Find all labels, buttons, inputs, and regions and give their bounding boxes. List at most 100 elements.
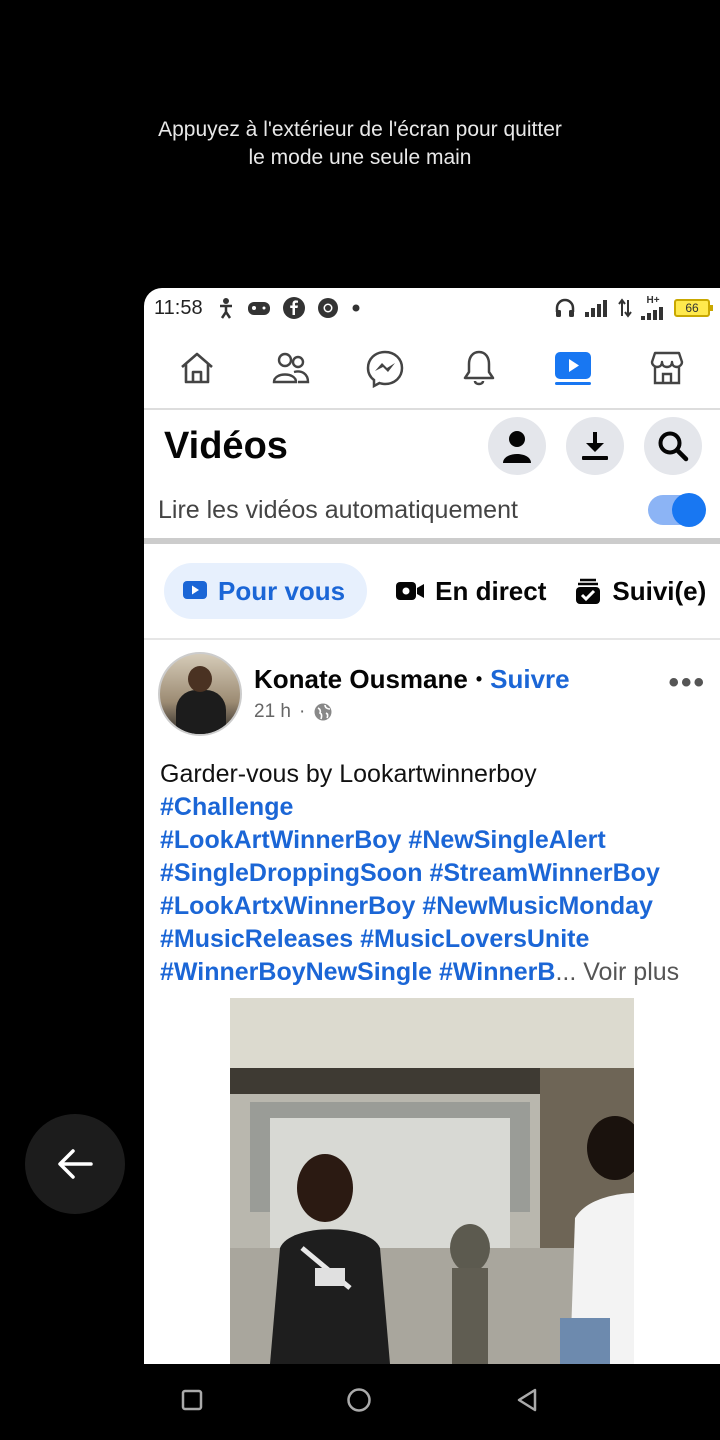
hashtag-link[interactable]: #Challenge xyxy=(160,793,293,821)
tab-label: En direct xyxy=(435,575,547,606)
post-header: Konate Ousmane • Suivre 21 h · ••• xyxy=(144,640,720,740)
author-name[interactable]: Konate Ousmane xyxy=(254,664,468,695)
toggle-knob xyxy=(672,493,706,527)
chrome-icon xyxy=(317,297,339,319)
signal-icon xyxy=(584,298,610,318)
square-icon xyxy=(182,1389,203,1410)
hashtag-link[interactable]: #WinnerB xyxy=(439,958,555,986)
triangle-back-icon xyxy=(517,1388,536,1411)
status-notification-icons xyxy=(217,297,361,319)
post-time[interactable]: 21 h xyxy=(254,701,291,723)
one-hand-mode-hint: Appuyez à l'extérieur de l'écran pour qu… xyxy=(0,116,720,172)
download-button[interactable] xyxy=(566,417,624,475)
home-button[interactable] xyxy=(346,1387,372,1418)
hashtag-line: #SingleDroppingSoon #StreamWinnerBoy xyxy=(160,857,704,890)
nav-home[interactable] xyxy=(167,338,227,398)
back-arrow-icon xyxy=(58,1149,93,1179)
data-transfer-icon xyxy=(618,298,632,318)
system-navigation-bar xyxy=(0,1364,720,1440)
separator-dot: • xyxy=(475,669,483,689)
hashtag-link[interactable]: #NewMusicMonday xyxy=(422,892,653,920)
autoplay-label: Lire les vidéos automatiquement xyxy=(158,495,518,524)
hashtag-link[interactable]: #LookArtWinnerBoy xyxy=(160,826,401,854)
hashtag-link[interactable]: #WinnerBoyNewSingle xyxy=(160,958,432,986)
hashtag-link[interactable]: #MusicReleases xyxy=(160,925,353,953)
hashtag-link[interactable]: #StreamWinnerBoy xyxy=(429,859,659,887)
nav-video[interactable] xyxy=(543,338,603,398)
follow-button[interactable]: Suivre xyxy=(490,664,570,695)
separator-dot: · xyxy=(298,701,306,722)
exit-one-hand-button[interactable] xyxy=(25,1114,125,1214)
caption-text: Garder-vous by Lookartwinnerboy xyxy=(160,760,537,788)
download-icon xyxy=(582,432,608,460)
messenger-icon xyxy=(366,350,404,388)
phone-screen: 11:58 H+ 66 Vidéos Lire les vidéos autom… xyxy=(144,288,720,1364)
nav-messenger[interactable] xyxy=(355,338,415,398)
more-options-button[interactable]: ••• xyxy=(668,666,706,700)
avatar[interactable] xyxy=(158,652,242,736)
home-icon xyxy=(181,352,213,384)
nav-notifications[interactable] xyxy=(449,338,509,398)
hashtag-line: #LookArtWinnerBoy #NewSingleAlert xyxy=(160,824,704,857)
game-controller-icon xyxy=(247,299,271,317)
search-icon xyxy=(658,431,689,462)
accessibility-icon xyxy=(217,297,235,319)
hashtag-line: #Challenge xyxy=(160,791,704,824)
video-icon xyxy=(555,352,591,385)
video-tabs: Pour vous En direct Suivi(e) xyxy=(144,544,720,640)
header-actions xyxy=(488,417,702,475)
hashtag-link[interactable]: #LookArtxWinnerBoy xyxy=(160,892,415,920)
play-icon xyxy=(183,581,207,599)
hashtag-link[interactable]: #SingleDroppingSoon xyxy=(160,859,423,887)
avatar-figure-body xyxy=(176,690,226,734)
hashtag-line: #WinnerBoyNewSingle #WinnerB... Voir plu… xyxy=(160,956,704,989)
hashtag-link[interactable]: #MusicLoversUnite xyxy=(360,925,589,953)
hashtag-line: #MusicReleases #MusicLoversUnite xyxy=(160,923,704,956)
following-icon xyxy=(576,578,601,604)
circle-icon xyxy=(347,1387,371,1412)
status-system-icons: H+ 66 xyxy=(554,296,713,320)
status-time: 11:58 xyxy=(154,296,203,319)
post-caption: Garder-vous by Lookartwinnerboy #Challen… xyxy=(144,740,720,989)
more-notifications-dot-icon xyxy=(351,303,361,313)
notifications-icon xyxy=(463,350,495,386)
hashtag-link[interactable]: #NewSingleAlert xyxy=(408,826,605,854)
hint-line-2: le mode une seule main xyxy=(248,146,472,169)
post-time-line: 21 h · xyxy=(254,701,570,723)
network-type-label: H+ xyxy=(646,295,660,306)
post-meta: Konate Ousmane • Suivre 21 h · xyxy=(254,664,570,723)
headphones-icon xyxy=(554,298,576,318)
hint-line-1: Appuyez à l'extérieur de l'écran pour qu… xyxy=(158,118,562,141)
autoplay-setting: Lire les vidéos automatiquement xyxy=(144,482,720,538)
globe-icon xyxy=(314,703,332,721)
video-thumbnail[interactable] xyxy=(230,998,634,1364)
profile-button[interactable] xyxy=(488,417,546,475)
tab-suivi[interactable]: Suivi(e) xyxy=(574,576,706,607)
search-button[interactable] xyxy=(644,417,702,475)
tab-pour-vous[interactable]: Pour vous xyxy=(164,563,368,619)
profile-icon xyxy=(503,431,531,463)
recent-apps-button[interactable] xyxy=(181,1389,203,1416)
nav-friends[interactable] xyxy=(261,338,321,398)
nav-marketplace[interactable] xyxy=(637,338,697,398)
tab-en-direct[interactable]: En direct xyxy=(395,576,546,607)
live-camera-icon xyxy=(396,582,425,600)
video-frame-image xyxy=(230,998,634,1364)
page-title: Vidéos xyxy=(164,424,288,467)
see-more-link[interactable]: Voir plus xyxy=(583,958,679,986)
autoplay-toggle[interactable] xyxy=(648,493,706,527)
battery-indicator: 66 xyxy=(674,299,713,317)
friends-icon xyxy=(272,352,310,384)
network-type-signal-icon: H+ xyxy=(640,296,666,320)
avatar-figure-head xyxy=(188,666,212,692)
facebook-icon xyxy=(282,297,305,319)
top-nav-bar xyxy=(144,328,720,410)
ellipsis: ... xyxy=(555,958,577,986)
tab-label: Pour vous xyxy=(218,575,346,606)
hashtag-line: #LookArtxWinnerBoy #NewMusicMonday xyxy=(160,890,704,923)
status-bar: 11:58 H+ 66 xyxy=(144,288,720,328)
tab-label: Suivi(e) xyxy=(612,575,707,606)
marketplace-icon xyxy=(650,351,684,385)
author-line: Konate Ousmane • Suivre xyxy=(254,664,570,695)
back-button[interactable] xyxy=(515,1387,539,1418)
